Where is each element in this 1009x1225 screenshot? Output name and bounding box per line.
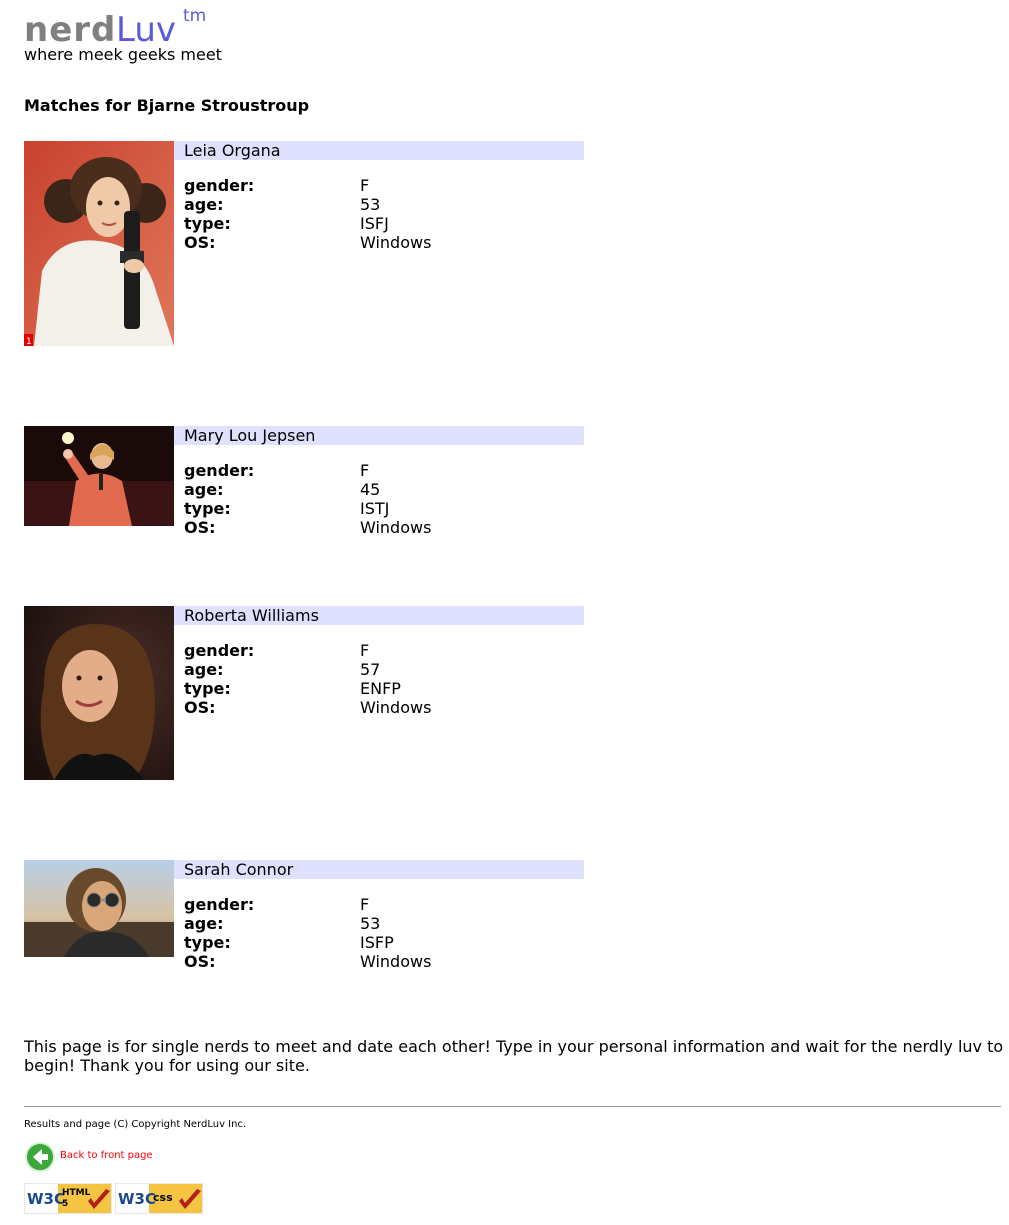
match-name: Leia Organa	[184, 141, 281, 160]
gender-value: F	[360, 176, 370, 195]
match-photo	[24, 606, 174, 780]
age-label: age:	[184, 914, 224, 933]
logo-luv-text: Luv	[116, 10, 177, 50]
page: nerd Luv tm where meek geeks meet Matche…	[0, 0, 1009, 1225]
match-name-bar: Mary Lou Jepsen	[174, 426, 584, 445]
gender-label: gender:	[184, 895, 255, 914]
type-label: type:	[184, 214, 231, 233]
type-label: type:	[184, 499, 231, 518]
match-name-bar: Roberta Williams	[174, 606, 584, 625]
age-value: 53	[360, 914, 381, 933]
age-label: age:	[184, 660, 224, 679]
badge-w3c-text: W3C	[27, 1190, 65, 1208]
gender-value: F	[360, 641, 370, 660]
badge-w3c-text: W3C	[118, 1190, 156, 1208]
match-name-bar: Leia Organa	[174, 141, 584, 160]
age-label: age:	[184, 195, 224, 214]
match-name: Roberta Williams	[184, 606, 319, 625]
match-entry: Mary Lou Jepsen gender: F age: 45 type: …	[24, 426, 584, 537]
arrow-left-circle-icon	[24, 1141, 56, 1177]
gender-value: F	[360, 461, 370, 480]
back-link-label: Back to front page	[60, 1150, 153, 1161]
photo-badge-number: 1	[26, 337, 32, 346]
match-entry: 1 Leia Organa gender: F age: 53 type: IS…	[24, 141, 584, 346]
os-label: OS:	[184, 233, 216, 252]
match-name: Mary Lou Jepsen	[184, 426, 316, 445]
matches-heading: Matches for Bjarne Stroustroup	[24, 96, 310, 115]
w3c-css-validator-badge[interactable]: W3C css	[114, 1182, 204, 1215]
os-label: OS:	[184, 518, 216, 537]
gender-label: gender:	[184, 641, 255, 660]
type-value: ENFP	[360, 679, 401, 698]
age-label: age:	[184, 480, 224, 499]
type-value: ISTJ	[360, 499, 390, 518]
os-value: Windows	[360, 518, 432, 537]
age-value: 45	[360, 480, 381, 499]
type-value: ISFJ	[360, 214, 389, 233]
os-value: Windows	[360, 952, 432, 971]
match-photo: 1	[24, 141, 174, 346]
logo-trademark: tm	[183, 6, 207, 26]
badge-html-version: 5	[62, 1199, 68, 1209]
logo-nerd-text: nerd	[24, 10, 117, 50]
type-label: type:	[184, 933, 231, 952]
os-label: OS:	[184, 952, 216, 971]
match-entry: Sarah Connor gender: F age: 53 type: ISF…	[24, 860, 584, 971]
gender-label: gender:	[184, 176, 255, 195]
match-name: Sarah Connor	[184, 860, 294, 879]
age-value: 53	[360, 195, 381, 214]
type-label: type:	[184, 679, 231, 698]
gender-value: F	[360, 895, 370, 914]
os-value: Windows	[360, 698, 432, 717]
type-value: ISFP	[360, 933, 394, 952]
os-value: Windows	[360, 233, 432, 252]
age-value: 57	[360, 660, 381, 679]
w3c-html5-validator-badge[interactable]: W3C HTML 5	[23, 1182, 113, 1215]
copyright-notice: Results and page (C) Copyright NerdLuv I…	[24, 1119, 247, 1130]
site-description: This page is for single nerds to meet an…	[24, 1037, 1004, 1075]
badge-html-text: HTML	[62, 1188, 91, 1198]
match-photo	[24, 860, 174, 957]
footer-divider	[24, 1106, 1001, 1107]
tagline: where meek geeks meet	[24, 45, 222, 64]
gender-label: gender:	[184, 461, 255, 480]
badge-css-text: css	[153, 1191, 173, 1204]
match-photo	[24, 426, 174, 526]
os-label: OS:	[184, 698, 216, 717]
match-entry: Roberta Williams gender: F age: 57 type:…	[24, 606, 584, 780]
match-name-bar: Sarah Connor	[174, 860, 584, 879]
